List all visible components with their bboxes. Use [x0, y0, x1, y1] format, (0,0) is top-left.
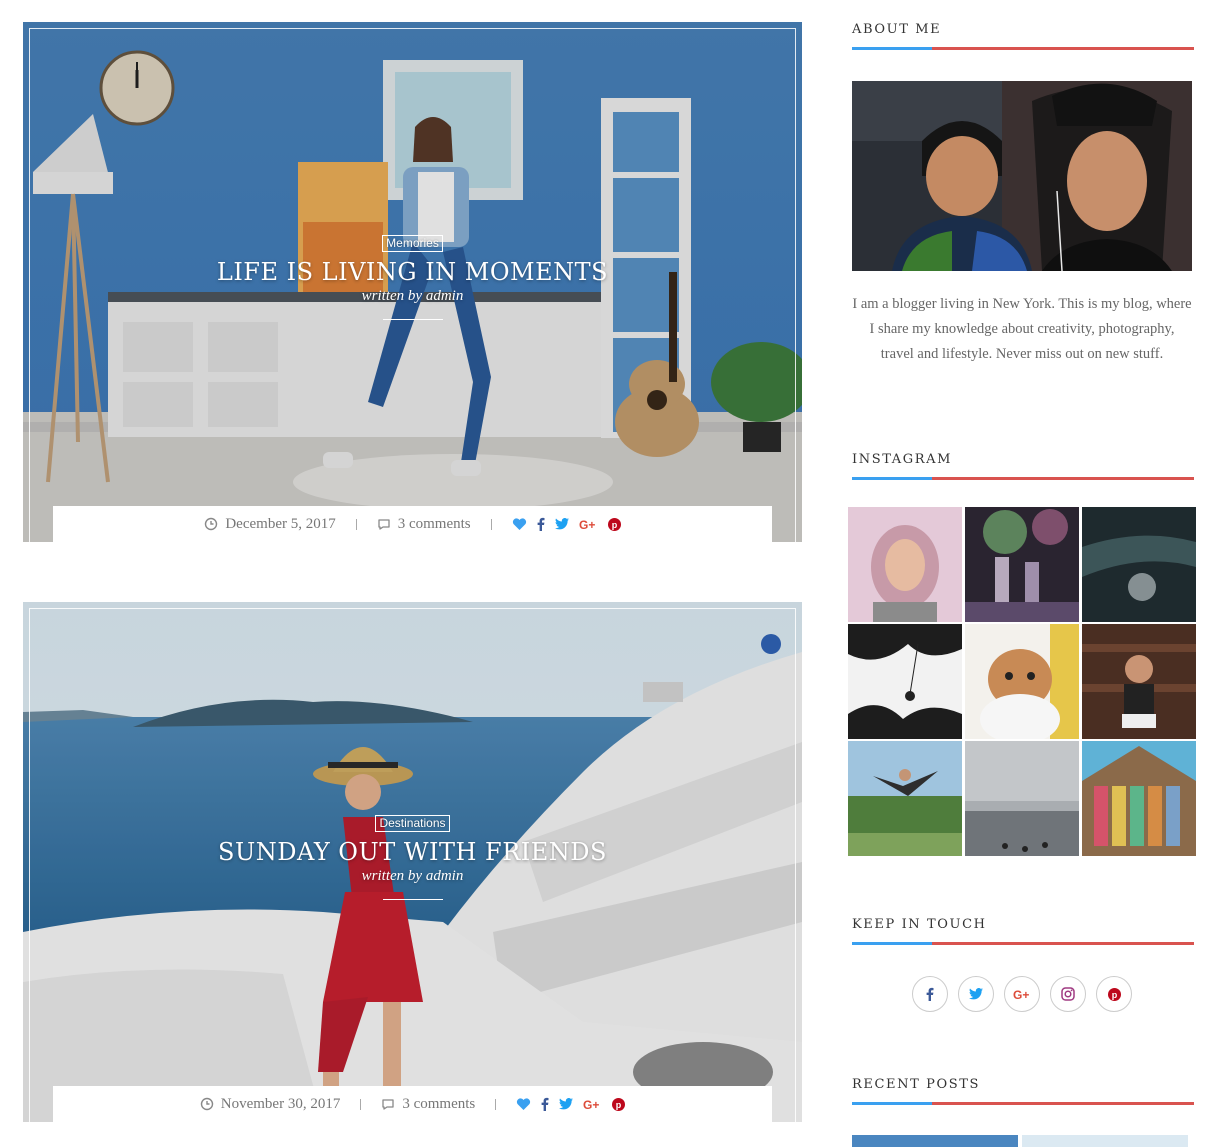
widget-title-underline — [852, 477, 1194, 480]
instagram-icon[interactable] — [1050, 976, 1086, 1012]
svg-text:G+: G+ — [579, 518, 595, 530]
widget-title-underline — [852, 47, 1194, 50]
meta-separator — [360, 1098, 362, 1110]
pinterest-icon[interactable]: p — [607, 517, 621, 531]
about-widget-title: ABOUT ME — [852, 22, 942, 37]
post-date-text: December 5, 2017 — [225, 515, 336, 532]
facebook-icon[interactable] — [541, 1097, 549, 1111]
facebook-icon[interactable] — [537, 517, 545, 531]
post-title[interactable]: LIFE IS LIVING IN MOMENTS — [23, 258, 802, 286]
heart-icon[interactable] — [512, 517, 527, 531]
share-icons: G+ p — [516, 1097, 626, 1111]
post-title[interactable]: SUNDAY OUT WITH FRIENDS — [23, 838, 802, 866]
meta-separator — [495, 1098, 497, 1110]
post-divider — [382, 319, 443, 320]
instagram-widget-title: INSTAGRAM — [852, 452, 953, 467]
comment-icon — [382, 1099, 394, 1110]
instagram-photo[interactable] — [1082, 741, 1196, 856]
post-meta-bar: December 5, 2017 3 comments G+ p — [53, 506, 772, 542]
instagram-photo[interactable] — [1082, 507, 1196, 622]
instagram-photo[interactable] — [965, 741, 1079, 856]
post-comments[interactable]: 3 comments — [381, 1096, 475, 1113]
instagram-photo[interactable] — [848, 624, 962, 739]
instagram-grid — [848, 507, 1196, 856]
instagram-photo[interactable] — [965, 507, 1079, 622]
social-links: G+ p — [912, 976, 1132, 1012]
post-author: written by admin — [361, 288, 464, 304]
instagram-photo[interactable] — [848, 741, 962, 856]
heart-icon[interactable] — [516, 1097, 531, 1111]
twitter-icon[interactable] — [958, 976, 994, 1012]
widget-title-underline — [852, 942, 1194, 945]
share-icons: G+ p — [512, 517, 621, 531]
recent-posts-widget-title: RECENT POSTS — [852, 1077, 980, 1092]
svg-text:p: p — [611, 520, 617, 530]
post-category-badge[interactable]: Memories — [382, 235, 443, 252]
instagram-photo[interactable] — [1082, 624, 1196, 739]
clock-icon — [200, 1097, 213, 1111]
google-plus-icon[interactable]: G+ — [579, 518, 598, 530]
post-date: November 30, 2017 — [200, 1095, 341, 1113]
post-category-badge[interactable]: Destinations — [375, 815, 450, 832]
instagram-photo[interactable] — [965, 624, 1079, 739]
post-overlay: Memories LIFE IS LIVING IN MOMENTS writt… — [23, 234, 802, 320]
post-divider — [382, 899, 443, 900]
post-card: Memories LIFE IS LIVING IN MOMENTS writt… — [23, 22, 802, 542]
clock-icon — [205, 517, 218, 531]
post-author: written by admin — [361, 868, 464, 884]
twitter-icon[interactable] — [554, 518, 569, 530]
post-meta-bar: November 30, 2017 3 comments G+ p — [53, 1086, 772, 1122]
post-card: Destinations SUNDAY OUT WITH FRIENDS wri… — [23, 602, 802, 1122]
recent-posts-list — [852, 1135, 1194, 1147]
post-overlay: Destinations SUNDAY OUT WITH FRIENDS wri… — [23, 814, 802, 900]
keep-in-touch-widget-title: KEEP IN TOUCH — [852, 917, 987, 932]
google-plus-icon[interactable]: G+ — [583, 1098, 602, 1110]
pinterest-icon[interactable]: p — [1096, 976, 1132, 1012]
about-description: I am a blogger living in New York. This … — [852, 296, 1192, 362]
svg-text:G+: G+ — [1013, 988, 1029, 1000]
meta-separator — [490, 518, 492, 530]
recent-post-thumbnail[interactable] — [852, 1135, 1018, 1147]
instagram-photo[interactable] — [848, 507, 962, 622]
google-plus-icon[interactable]: G+ — [1004, 976, 1040, 1012]
comment-icon — [378, 519, 390, 530]
post-date-text: November 30, 2017 — [220, 1095, 341, 1112]
about-photo — [852, 81, 1192, 271]
widget-title-underline — [852, 1102, 1194, 1105]
post-comments-text[interactable]: 3 comments — [398, 516, 471, 533]
svg-text:G+: G+ — [583, 1098, 599, 1110]
svg-text:p: p — [616, 1100, 622, 1110]
post-date: December 5, 2017 — [204, 515, 336, 533]
post-comments[interactable]: 3 comments — [377, 516, 471, 533]
recent-post-thumbnail[interactable] — [1022, 1135, 1188, 1147]
svg-text:p: p — [1111, 990, 1117, 1000]
meta-separator — [355, 518, 357, 530]
post-comments-text[interactable]: 3 comments — [402, 1096, 475, 1113]
twitter-icon[interactable] — [559, 1098, 574, 1110]
facebook-icon[interactable] — [912, 976, 948, 1012]
pinterest-icon[interactable]: p — [612, 1097, 626, 1111]
